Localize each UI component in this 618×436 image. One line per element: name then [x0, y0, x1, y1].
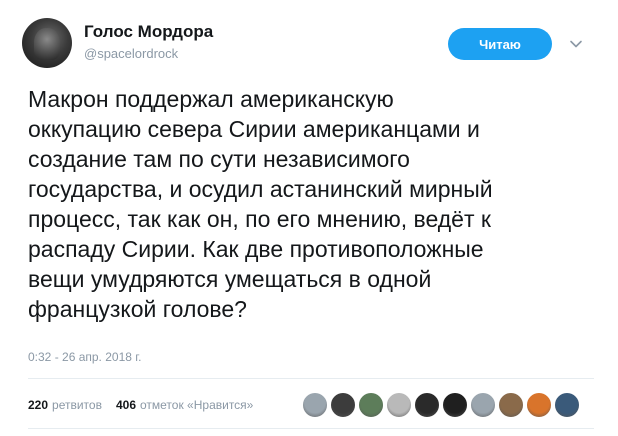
- likes-label: отметок «Нравится»: [140, 398, 254, 412]
- likes-stat[interactable]: 406 отметок «Нравится»: [116, 398, 253, 412]
- divider-top: [28, 378, 594, 379]
- tweet-text: Макрон поддержал американскую оккупацию …: [28, 86, 493, 322]
- retweets-count: 220: [28, 398, 49, 412]
- retweets-stat[interactable]: 220 ретвитов: [28, 398, 102, 412]
- avatar-blue-icon[interactable]: [554, 392, 580, 418]
- retweets-label: ретвитов: [52, 398, 102, 412]
- avatar-dark-2-icon[interactable]: [442, 392, 468, 418]
- likers-avatars: [302, 392, 580, 418]
- tweet-stats: 220 ретвитов 406 отметок «Нравится»: [28, 398, 263, 412]
- tweet-timestamp[interactable]: 0:32 - 26 апр. 2018 г.: [28, 350, 142, 364]
- likes-count: 406: [115, 398, 136, 412]
- avatar-gray-icon[interactable]: [302, 392, 328, 418]
- avatar-person-dark-icon[interactable]: [330, 392, 356, 418]
- avatar-green-icon[interactable]: [358, 392, 384, 418]
- avatar-dark-icon[interactable]: [414, 392, 440, 418]
- avatar-gray-2-icon[interactable]: [470, 392, 496, 418]
- avatar-figure-icon: [34, 28, 60, 60]
- chevron-down-icon[interactable]: [568, 36, 584, 52]
- avatar-figure-icon[interactable]: [386, 392, 412, 418]
- follow-button[interactable]: Читаю: [448, 28, 552, 60]
- profile-avatar[interactable]: [22, 18, 72, 68]
- avatar-brown-icon[interactable]: [498, 392, 524, 418]
- divider-bottom: [28, 428, 594, 429]
- user-handle[interactable]: @spacelordrock: [84, 46, 178, 61]
- avatar-orange-icon[interactable]: [526, 392, 552, 418]
- display-name[interactable]: Голос Мордора: [84, 22, 213, 42]
